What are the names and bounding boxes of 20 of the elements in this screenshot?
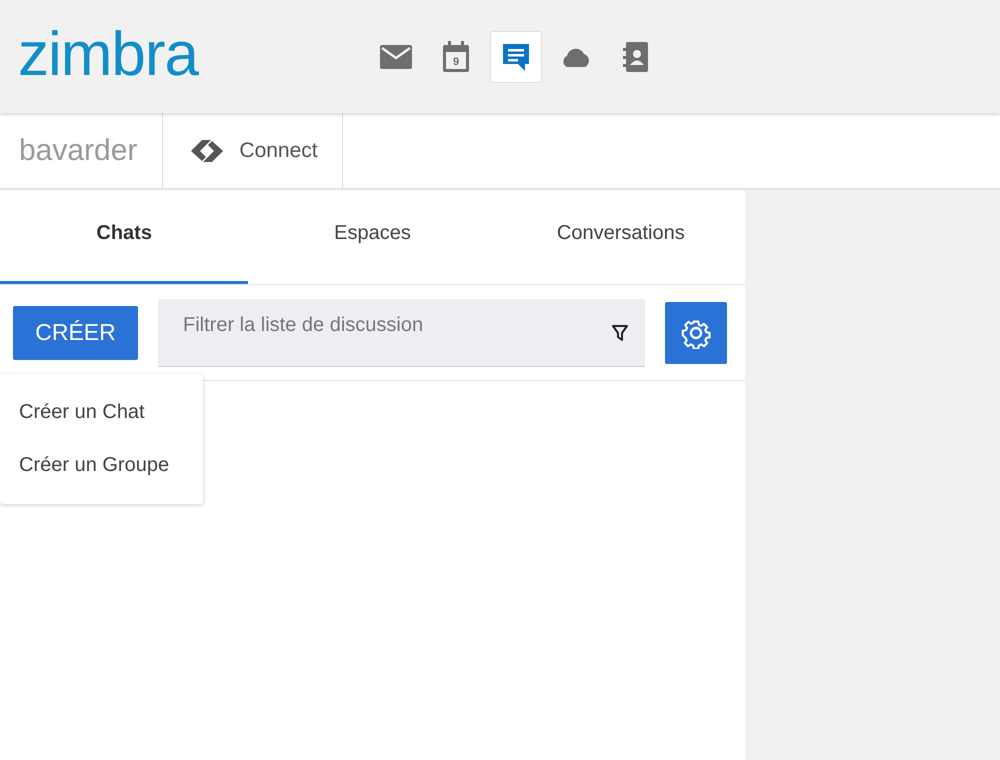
connect-button[interactable]: Connect bbox=[163, 113, 343, 188]
chat-bubble-icon bbox=[501, 42, 531, 72]
zimbra-logo: zimbra bbox=[18, 19, 200, 90]
address-book-icon bbox=[623, 40, 649, 72]
menu-item[interactable]: Créer un Groupe bbox=[0, 439, 203, 492]
app-switcher-button[interactable] bbox=[490, 30, 542, 82]
app-switcher-button[interactable]: 9 bbox=[430, 30, 482, 82]
tab[interactable]: Conversations bbox=[496, 190, 745, 284]
calendar-day: 9 bbox=[431, 56, 481, 68]
filter-field[interactable]: Filtrer la liste de discussion bbox=[158, 298, 645, 366]
tab[interactable]: Chats bbox=[0, 190, 248, 284]
envelope-icon bbox=[380, 44, 412, 68]
filter-icon bbox=[611, 324, 629, 342]
menu-item[interactable]: Créer un Chat bbox=[0, 386, 203, 439]
tab[interactable]: Espaces bbox=[248, 190, 497, 284]
calendar-icon bbox=[442, 40, 470, 72]
app-title: bavarder bbox=[0, 113, 164, 188]
connect-logo-icon bbox=[189, 138, 226, 164]
settings-button[interactable] bbox=[665, 302, 727, 364]
create-button[interactable]: CRÉER bbox=[13, 306, 138, 360]
